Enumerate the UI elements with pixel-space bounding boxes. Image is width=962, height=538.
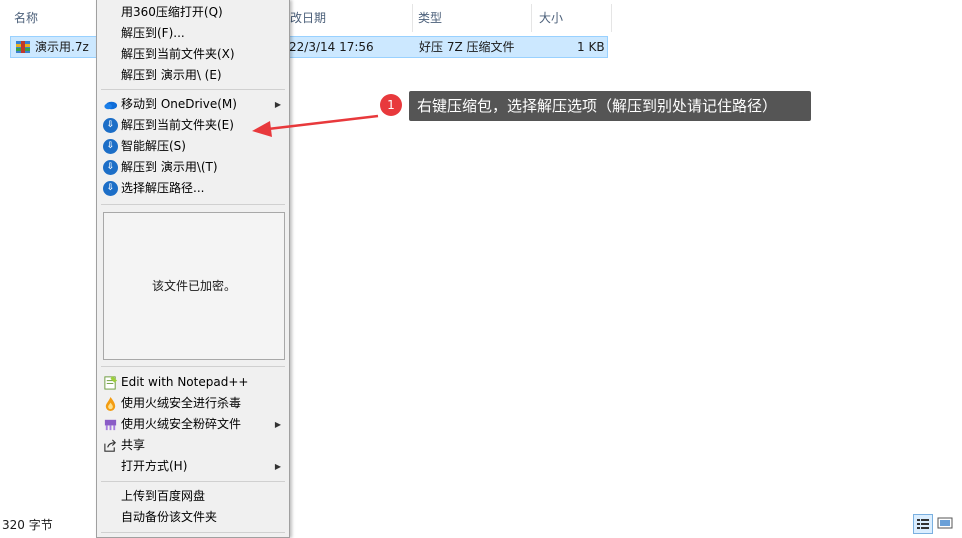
annotation-arrow [252,114,379,137]
annotation-number-badge: 1 [380,94,402,116]
annotation-tooltip: 右键压缩包，选择解压选项（解压到别处请记住路径） [409,91,811,121]
thumbnail-view-icon [937,517,953,529]
status-bar-size: 320 字节 [2,518,53,532]
details-view-icon [917,519,929,529]
details-view-button[interactable] [913,514,933,534]
thumbnail-view-button[interactable] [936,514,956,534]
